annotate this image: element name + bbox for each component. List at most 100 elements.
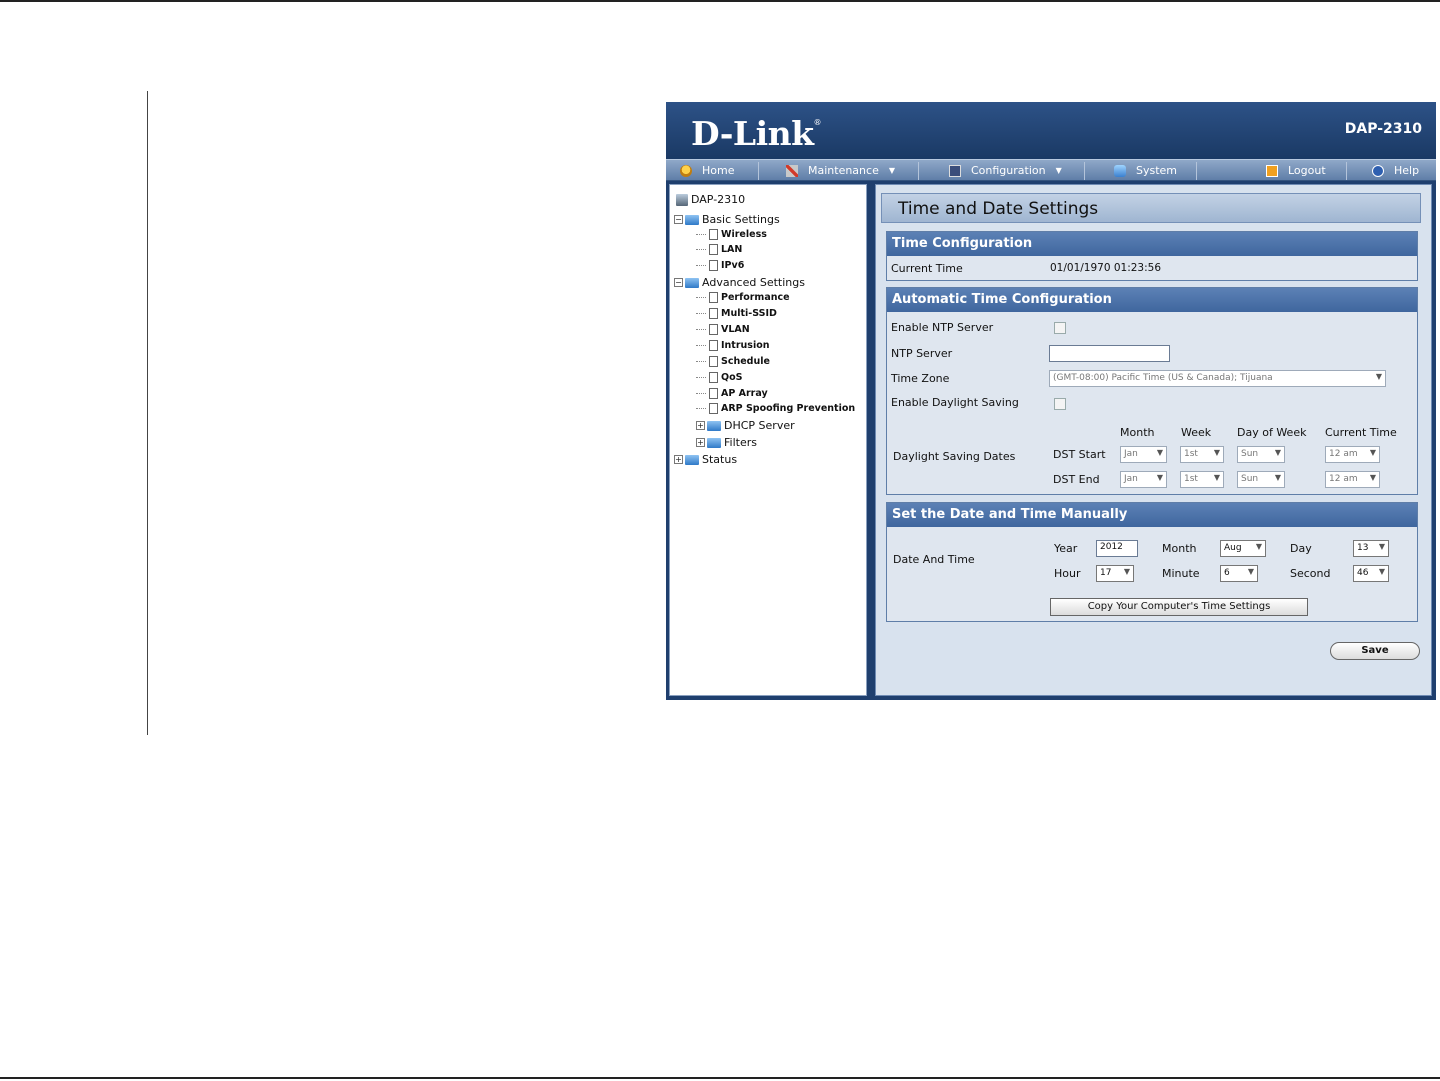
chevron-down-icon: ▼ [1055,166,1062,175]
folder-icon [685,277,699,288]
tree-root[interactable]: DAP-2310 [676,193,745,206]
tree-item-arp-spoofing[interactable]: ARP Spoofing Prevention [696,403,855,414]
dlink-logo: D-Link® [691,114,822,153]
tree-item-vlan[interactable]: VLAN [696,324,750,335]
tree-dhcp-server[interactable]: + DHCP Server [696,419,795,432]
menu-logout[interactable]: Logout [1266,164,1326,177]
tree-item-multi-ssid[interactable]: Multi-SSID [696,308,777,319]
chevron-down-icon: ▼ [1375,372,1382,381]
tree-item-schedule[interactable]: Schedule [696,356,770,367]
save-button[interactable]: Save [1330,642,1420,660]
menu-help[interactable]: Help [1372,164,1419,177]
tree-basic-settings[interactable]: − Basic Settings [674,213,780,226]
ntp-enable-checkbox[interactable] [1054,322,1066,334]
automatic-time-section: Automatic Time Configuration Enable NTP … [886,287,1418,495]
dst-enable-label: Enable Daylight Saving [891,396,1019,409]
chevron-down-icon: ▼ [1156,448,1163,457]
hour-select[interactable]: 17 ▼ [1096,565,1134,582]
chevron-down-icon: ▼ [1274,473,1281,482]
tree-item-qos[interactable]: QoS [696,372,742,383]
ntp-enable-label: Enable NTP Server [891,321,994,334]
expand-icon: + [696,438,705,447]
minute-select[interactable]: 6 ▼ [1220,565,1258,582]
month-label: Month [1162,542,1197,555]
dst-enable-checkbox[interactable] [1054,398,1066,410]
column-current-time: Current Time [1325,426,1397,439]
menu-home[interactable]: Home [680,164,734,177]
chevron-down-icon: ▼ [1156,473,1163,482]
dst-start-day-select[interactable]: Sun ▼ [1237,446,1285,463]
tree-item-ap-array[interactable]: AP Array [696,388,768,399]
hour-label: Hour [1054,567,1081,580]
column-day-of-week: Day of Week [1237,426,1307,439]
day-label: Day [1290,542,1312,555]
page-icon [709,260,718,271]
logout-icon [1266,164,1278,177]
ntp-server-input[interactable] [1049,345,1170,362]
header-bar: D-Link® DAP-2310 [666,102,1436,159]
page-title: Time and Date Settings [881,193,1421,223]
year-input[interactable]: 2012 [1096,540,1138,557]
folder-icon [685,214,699,225]
minute-label: Minute [1162,567,1200,580]
time-zone-label: Time Zone [891,372,950,385]
left-margin-rule [147,91,148,735]
section-heading: Automatic Time Configuration [887,288,1417,312]
dst-end-time-select[interactable]: 12 am ▼ [1325,471,1380,488]
folder-icon [685,454,699,465]
chevron-down-icon: ▼ [1255,542,1262,551]
date-time-label: Date And Time [893,553,975,566]
year-label: Year [1054,542,1078,555]
folder-icon [707,437,721,448]
second-label: Second [1290,567,1331,580]
navigation-tree: DAP-2310 − Basic Settings Wireless LAN IP… [669,184,867,696]
model-name: DAP-2310 [1344,121,1422,137]
page-icon [709,229,718,240]
collapse-icon: − [674,278,683,287]
chevron-down-icon: ▼ [1378,542,1385,551]
dst-start-month-select[interactable]: Jan ▼ [1120,446,1167,463]
chevron-down-icon: ▼ [1369,473,1376,482]
second-select[interactable]: 46 ▼ [1353,565,1389,582]
dst-end-month-select[interactable]: Jan ▼ [1120,471,1167,488]
dst-end-day-select[interactable]: Sun ▼ [1237,471,1285,488]
main-panel: Time and Date Settings Time Configuratio… [875,184,1432,696]
tree-item-lan[interactable]: LAN [696,244,742,255]
section-heading: Time Configuration [887,232,1417,256]
day-select[interactable]: 13 ▼ [1353,540,1389,557]
home-icon [680,164,692,177]
router-screenshot: D-Link® DAP-2310 Home Maintenance ▼ Conf… [666,102,1436,700]
menu-configuration[interactable]: Configuration ▼ [949,164,1062,177]
tree-item-intrusion[interactable]: Intrusion [696,340,770,351]
tree-item-ipv6[interactable]: IPv6 [696,260,744,271]
expand-icon: + [696,421,705,430]
page-icon [709,292,718,303]
chevron-down-icon: ▼ [1213,473,1220,482]
dst-start-time-select[interactable]: 12 am ▼ [1325,446,1380,463]
dst-dates-label: Daylight Saving Dates [893,450,1016,463]
system-icon [1114,164,1126,177]
tree-filters[interactable]: + Filters [696,436,757,449]
page-icon [709,244,718,255]
chevron-down-icon: ▼ [1378,567,1385,576]
page-icon [709,372,718,383]
tree-item-wireless[interactable]: Wireless [696,229,767,240]
tree-item-performance[interactable]: Performance [696,292,790,303]
dst-end-label: DST End [1053,473,1100,486]
current-time-value: 01/01/1970 01:23:56 [1050,262,1162,274]
menu-bar: Home Maintenance ▼ Configuration ▼ Syste… [666,159,1436,181]
dst-start-week-select[interactable]: 1st ▼ [1180,446,1224,463]
tree-advanced-settings[interactable]: − Advanced Settings [674,276,805,289]
copy-computer-time-button[interactable]: Copy Your Computer's Time Settings [1050,598,1308,616]
month-select[interactable]: Aug ▼ [1220,540,1266,557]
dst-end-week-select[interactable]: 1st ▼ [1180,471,1224,488]
page-icon [709,340,718,351]
column-week: Week [1181,426,1212,439]
manual-time-section: Set the Date and Time Manually Date And … [886,502,1418,622]
help-icon [1372,164,1384,177]
menu-maintenance[interactable]: Maintenance ▼ [786,164,895,177]
top-rule [0,0,1440,2]
tree-status[interactable]: + Status [674,453,737,466]
menu-system[interactable]: System [1114,164,1177,177]
time-zone-select[interactable]: (GMT-08:00) Pacific Time (US & Canada); … [1049,370,1386,387]
